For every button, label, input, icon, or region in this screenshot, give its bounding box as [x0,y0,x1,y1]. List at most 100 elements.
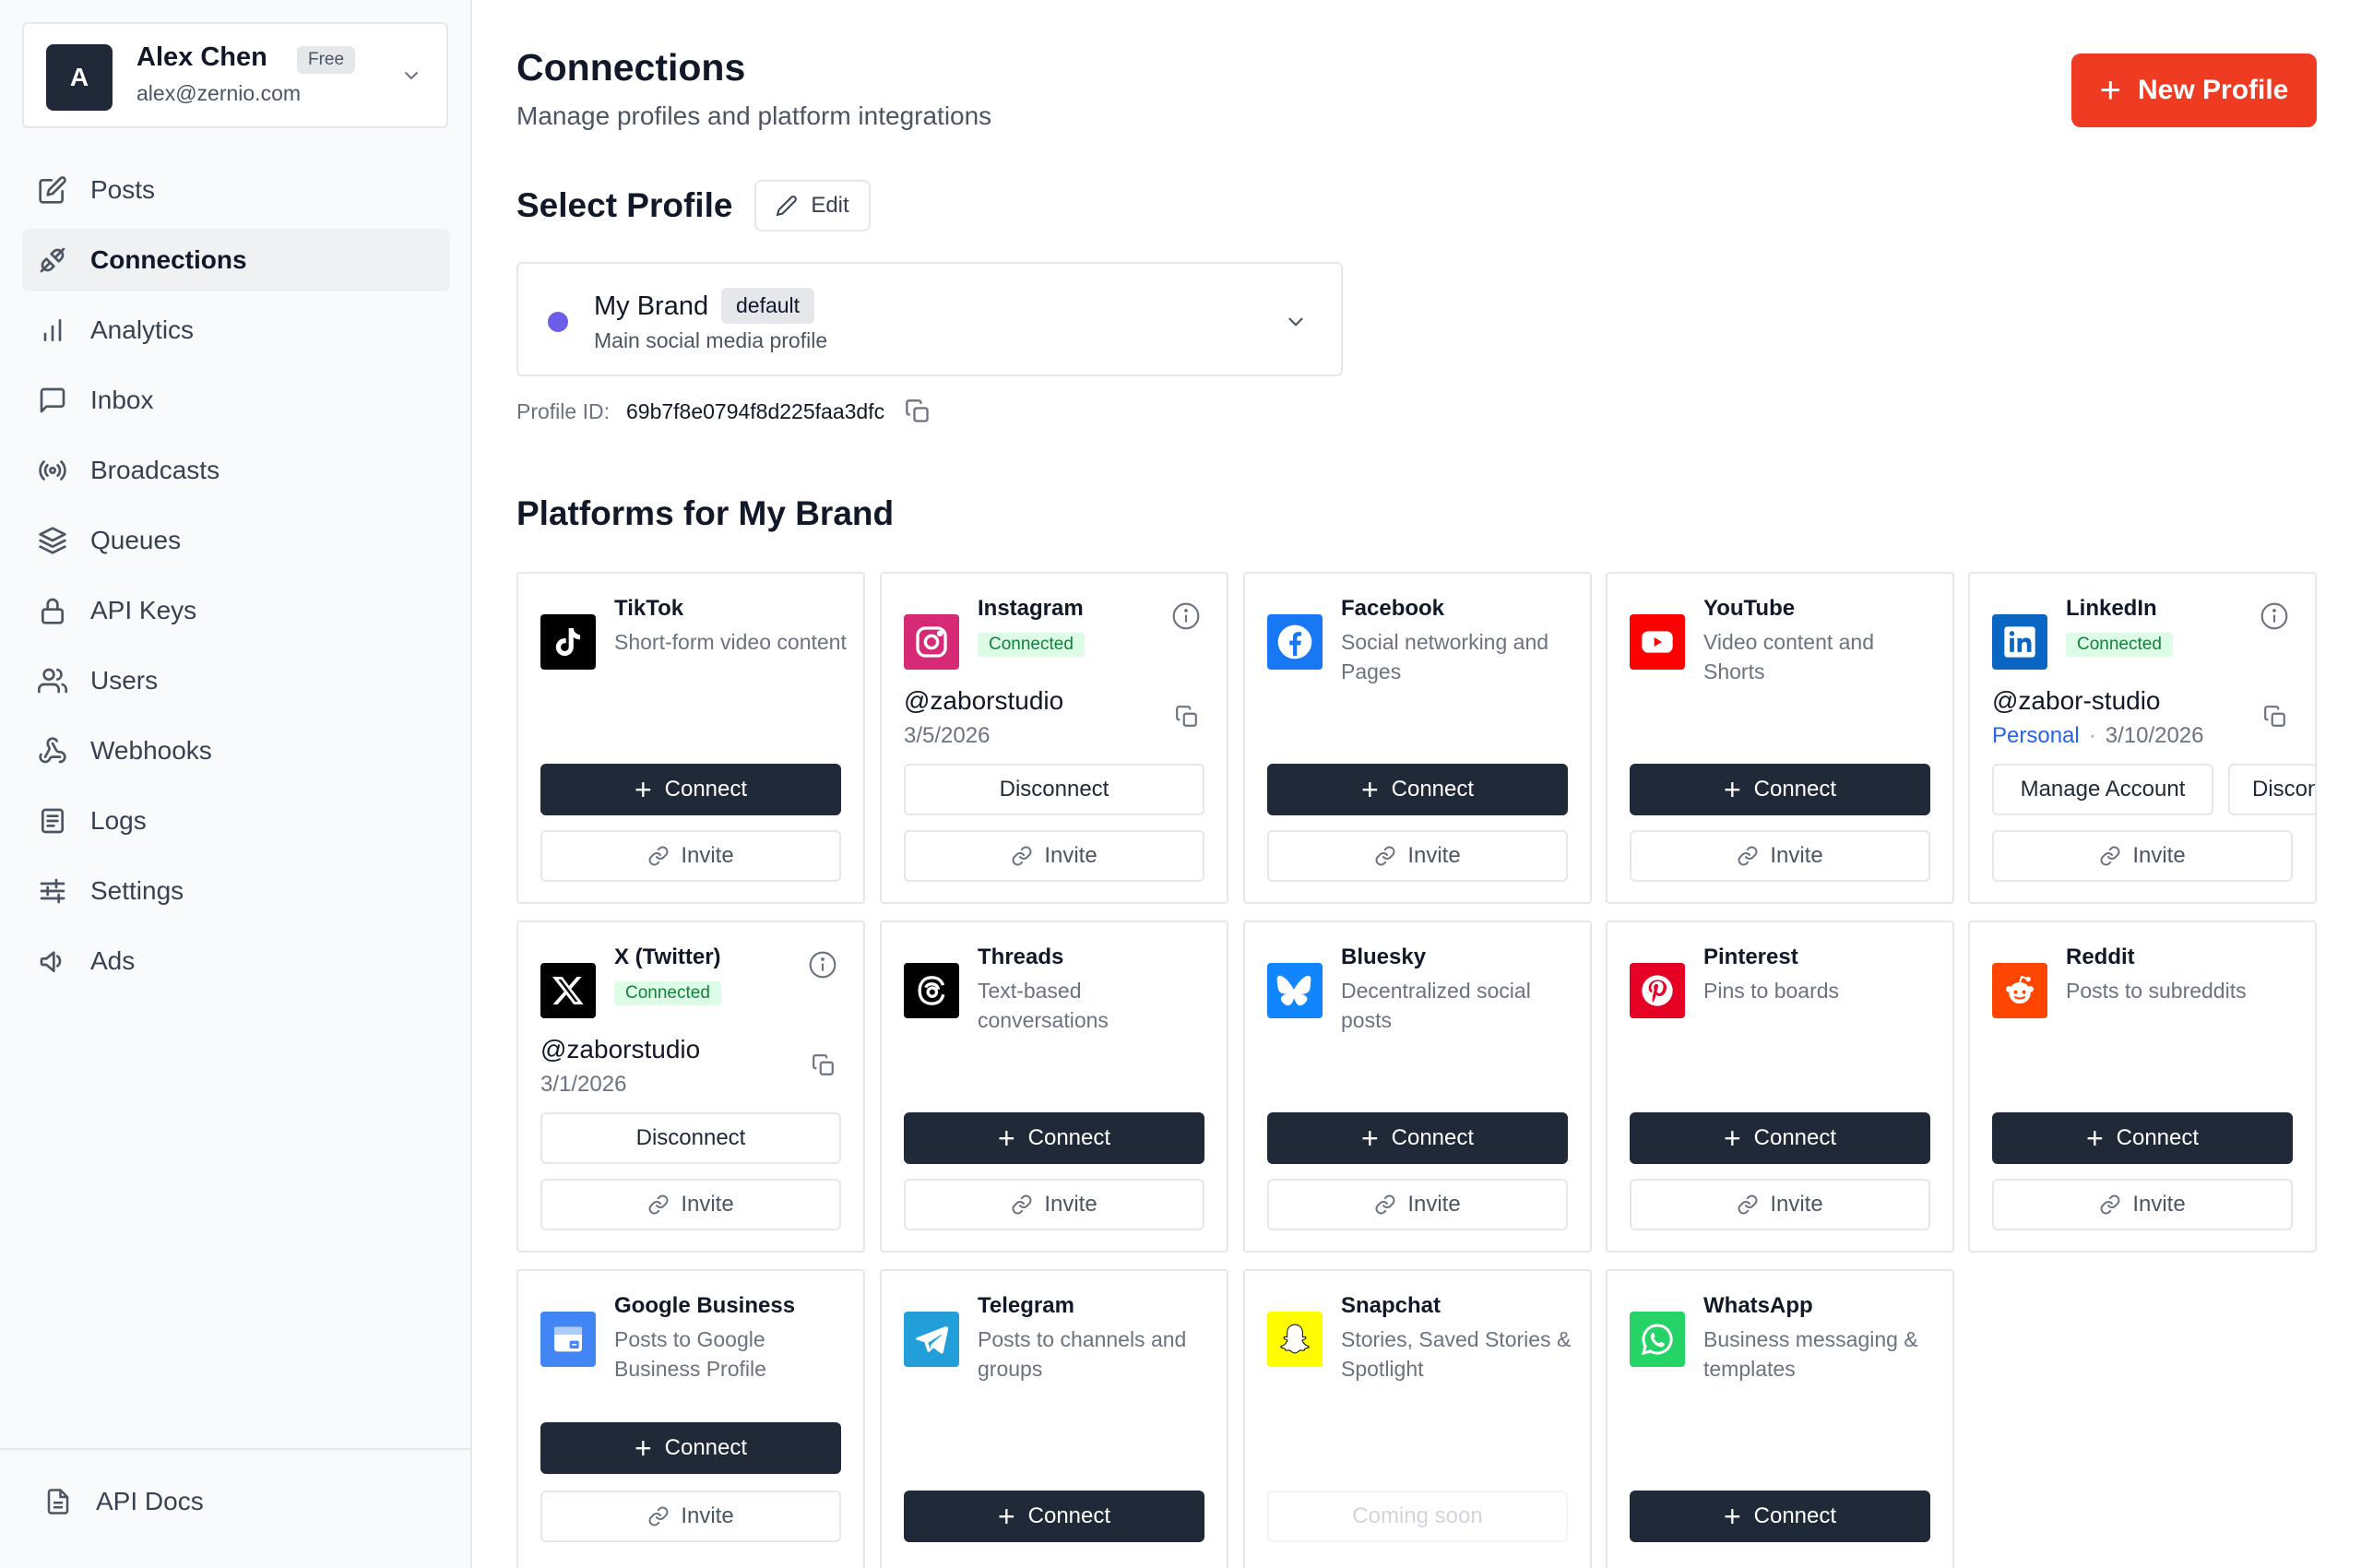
info-icon[interactable] [2260,601,2289,631]
telegram-icon [904,1312,959,1367]
api-docs-link[interactable]: API Docs [44,1487,204,1516]
connect-label: Connect [1027,1503,1111,1528]
invite-label: Invite [2132,1192,2186,1217]
connect-label: Connect [1027,1125,1111,1150]
plus-icon: + [1360,1122,1379,1155]
radio-icon [37,455,68,486]
document-icon [47,1489,69,1515]
platform-card-snapchat: Snapchat Stories, Saved Stories & Spotlig… [1243,1269,1592,1568]
sidebar-item-inbox[interactable]: Inbox [22,369,450,432]
platform-card-facebook: Facebook Social networking and Pages + Conn… [1243,572,1592,904]
plan-badge: Free [297,46,356,74]
sidebar-item-ads[interactable]: Ads [22,930,450,992]
lock-icon [37,595,68,626]
new-profile-button[interactable]: + New Profile [2071,53,2317,127]
edit-profile-button[interactable]: Edit [754,180,871,232]
invite-button[interactable]: Invite [1992,830,2293,882]
select-profile-title: Select Profile [516,186,733,224]
sidebar-item-broadcasts[interactable]: Broadcasts [22,439,450,502]
sidebar-item-connections[interactable]: Connections [22,229,450,291]
copy-icon[interactable] [812,1053,836,1077]
platform-card-instagram: Instagram Connected @zaborstudio 3/5/2026 Di… [880,572,1228,904]
invite-button[interactable]: Invite [540,830,841,882]
platform-name: WhatsApp [1703,1293,1813,1318]
sidebar-item-api-keys[interactable]: API Keys [22,579,450,642]
manage-account-button[interactable]: Manage Account [1992,764,2213,815]
platform-card-telegram: Telegram Posts to channels and groups + Con… [880,1269,1228,1568]
invite-label: Invite [1044,843,1097,868]
link-icon [1012,846,1032,866]
chevron-down-icon [405,72,418,80]
bar-chart-icon [37,315,68,346]
invite-button[interactable]: Invite [540,1491,841,1542]
profile-select[interactable]: My Brand default Main social media profi… [516,262,1343,376]
sidebar-item-label: Queues [90,526,182,554]
sidebar-item-label: API Keys [90,596,197,624]
connect-button[interactable]: + Connect [1630,1491,1930,1542]
platform-card-google-business: Google Business Posts to Google Business … [516,1269,865,1568]
plus-icon: + [2085,1122,2104,1155]
connect-button[interactable]: + Connect [1267,764,1568,815]
invite-button[interactable]: Invite [1992,1179,2293,1230]
link-icon [648,846,669,866]
plus-icon: + [1723,773,1741,806]
sidebar-item-posts[interactable]: Posts [22,159,450,221]
new-profile-label: New Profile [2137,75,2289,105]
platform-name: X (Twitter) [614,944,721,969]
link-icon [1375,846,1395,866]
connect-button[interactable]: + Connect [904,1112,1204,1164]
webhook-icon [37,735,68,766]
copy-icon[interactable] [2263,705,2287,729]
platform-name: Threads [978,944,1064,969]
platform-name: LinkedIn [2066,596,2157,621]
page-subtitle: Manage profiles and platform integration… [516,101,992,130]
sidebar-item-queues[interactable]: Queues [22,509,450,572]
sidebar-item-webhooks[interactable]: Webhooks [22,719,450,782]
page-title: Connections [516,46,746,89]
connect-button[interactable]: + Connect [540,764,841,815]
copy-icon[interactable] [1175,705,1199,729]
connect-button[interactable]: + Connect [1992,1112,2293,1164]
sidebar-item-label: Analytics [90,315,195,344]
platform-name: TikTok [614,596,684,621]
disconnect-button[interactable]: Disconnec [2228,764,2315,815]
connect-button[interactable]: + Connect [1630,1112,1930,1164]
platform-description: Social networking and Pages [1341,630,1549,683]
invite-button[interactable]: Invite [904,1179,1204,1230]
account-switcher[interactable]: A Alex Chen Free alex@zernio.com [22,22,448,128]
connect-button[interactable]: + Connect [1267,1112,1568,1164]
invite-button[interactable]: Invite [1630,830,1930,882]
copy-icon[interactable] [905,398,931,424]
link-icon [2100,1194,2120,1215]
plus-icon: + [2099,70,2121,111]
megaphone-icon [37,945,68,977]
plus-icon: + [997,1122,1015,1155]
connect-button[interactable]: + Connect [904,1491,1204,1542]
sidebar-item-users[interactable]: Users [22,649,450,712]
connect-button[interactable]: + Connect [1630,764,1930,815]
disconnect-button[interactable]: Disconnect [904,764,1204,815]
link-icon [1012,1194,1032,1215]
invite-button[interactable]: Invite [904,830,1204,882]
sidebar-footer: API Docs [0,1448,470,1568]
connected-date: 3/5/2026 [904,723,991,748]
invite-label: Invite [2132,843,2186,868]
invite-button[interactable]: Invite [540,1179,841,1230]
info-icon[interactable] [808,950,837,980]
plus-icon: + [997,1500,1015,1533]
invite-button[interactable]: Invite [1267,830,1568,882]
disconnect-button[interactable]: Disconnect [540,1112,841,1164]
profile-id-value: 69b7f8e0794f8d225faa3dfc [625,398,885,423]
connect-button[interactable]: + Connect [540,1422,841,1474]
reddit-icon [1992,963,2047,1018]
platform-card-tiktok: TikTok Short-form video content + Connect In… [516,572,865,904]
platform-name: Pinterest [1703,944,1798,969]
platform-name: YouTube [1703,596,1796,621]
invite-button[interactable]: Invite [1267,1179,1568,1230]
account-name: Alex Chen [136,42,267,72]
info-icon[interactable] [1171,601,1201,631]
invite-button[interactable]: Invite [1630,1179,1930,1230]
sidebar-item-logs[interactable]: Logs [22,790,450,852]
sidebar-item-analytics[interactable]: Analytics [22,299,450,362]
sidebar-item-settings[interactable]: Settings [22,860,450,922]
